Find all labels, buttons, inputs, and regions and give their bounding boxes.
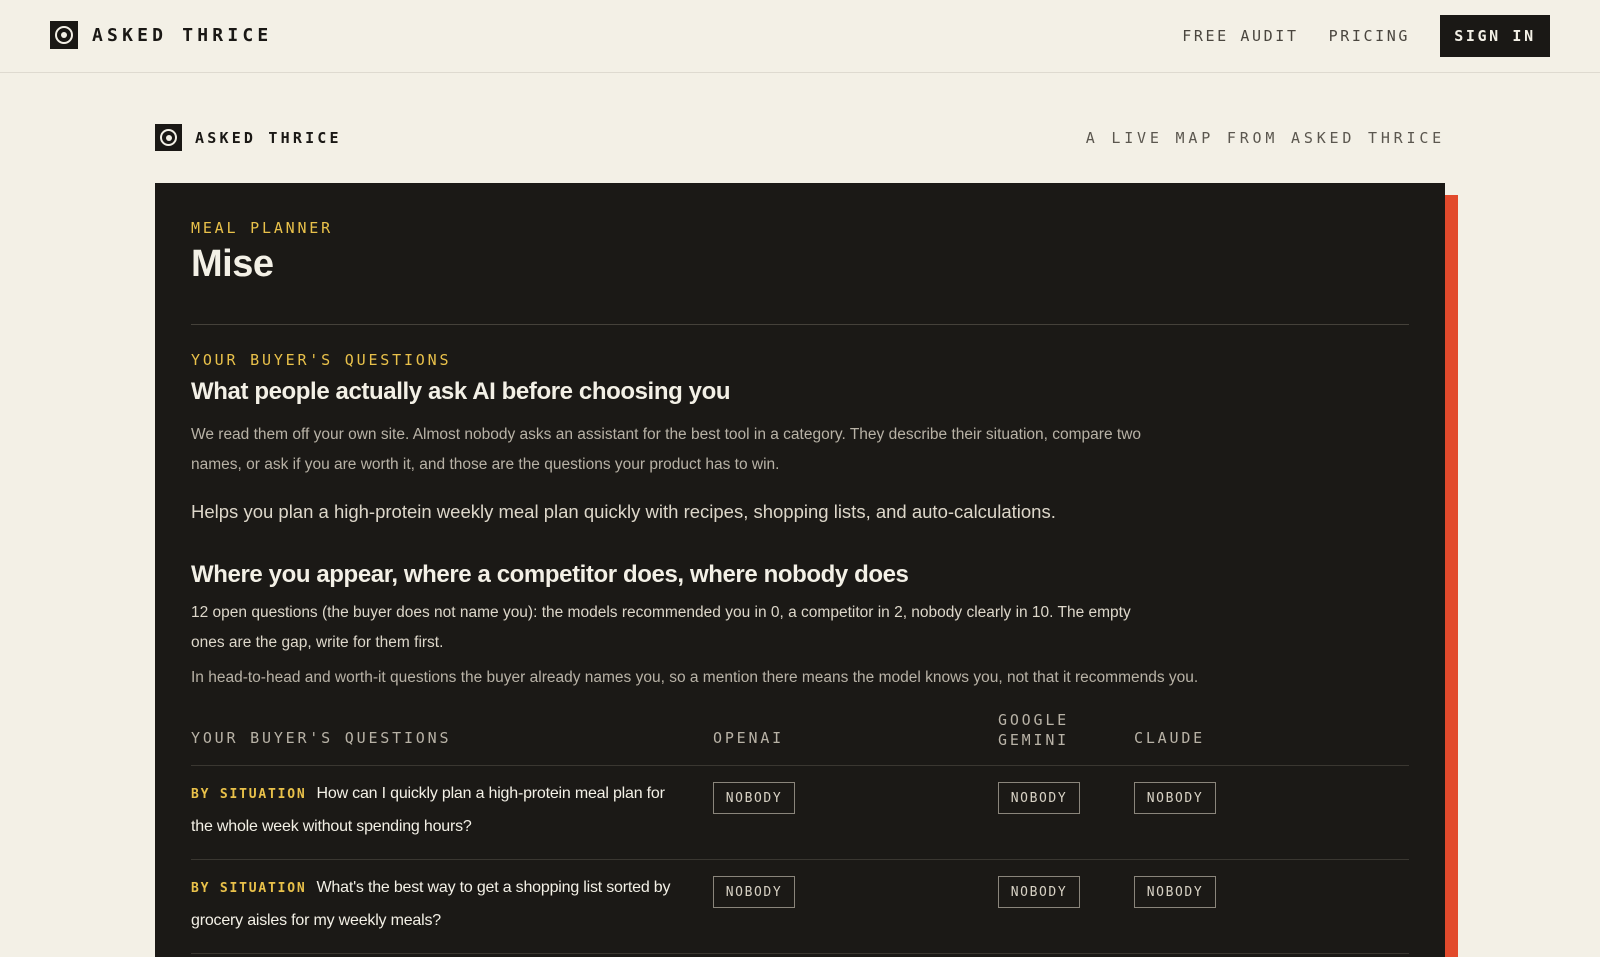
gemini-result-badge: NOBODY — [998, 876, 1080, 908]
column-header-questions: YOUR BUYER'S QUESTIONS — [191, 729, 452, 747]
product-category: MEAL PLANNER — [191, 219, 333, 237]
table-header: YOUR BUYER'S QUESTIONS OPENAI GOOGLE GEM… — [191, 710, 1409, 766]
report-tagline: A LIVE MAP FROM ASKED THRICE — [1085, 129, 1445, 147]
questions-heading: What people actually ask AI before choos… — [191, 378, 731, 405]
divider — [191, 324, 1409, 325]
question-cell: BY SITUATION What's the best way to get a… — [191, 872, 681, 937]
target-logo-icon — [50, 21, 78, 49]
sign-in-button[interactable]: SIGN IN — [1440, 15, 1550, 57]
claude-result-badge: NOBODY — [1134, 782, 1216, 814]
table-row: BY SITUATION How can I quickly plan a hig… — [191, 766, 1409, 860]
accent-bar — [1445, 195, 1458, 957]
openai-result-badge: NOBODY — [713, 782, 795, 814]
claude-result-badge: NOBODY — [1134, 876, 1216, 908]
question-cell: BY SITUATION How can I quickly plan a hig… — [191, 778, 681, 843]
report-brand-name: ASKED THRICE — [195, 128, 342, 147]
questions-kicker: YOUR BUYER'S QUESTIONS — [191, 351, 452, 369]
appearance-heading: Where you appear, where a competitor doe… — [191, 561, 909, 588]
questions-intro: We read them off your own site. Almost n… — [191, 426, 1142, 473]
brand-home-link[interactable]: ASKED THRICE — [50, 21, 272, 49]
product-name: Mise — [191, 243, 274, 285]
nav-links: FREE AUDIT PRICING SIGN IN — [1182, 15, 1550, 57]
top-navigation: ASKED THRICE FREE AUDIT PRICING SIGN IN — [0, 0, 1600, 73]
target-logo-icon — [155, 124, 182, 151]
report-panel: MEAL PLANNER Mise YOUR BUYER'S QUESTIONS… — [155, 183, 1445, 957]
table-row: BY SITUATION What's the best way to get a… — [191, 860, 1409, 954]
appearance-note: In head-to-head and worth-it questions t… — [191, 669, 1199, 686]
column-header-claude: CLAUDE — [1134, 729, 1205, 747]
question-type-tag: BY SITUATION — [191, 881, 307, 896]
openai-result-badge: NOBODY — [713, 876, 795, 908]
nav-link-free-audit[interactable]: FREE AUDIT — [1182, 27, 1298, 45]
appearance-summary: 12 open questions (the buyer does not na… — [191, 604, 1131, 651]
question-type-tag: BY SITUATION — [191, 787, 307, 802]
column-header-gemini: GOOGLE GEMINI — [998, 711, 1069, 749]
report-brand: ASKED THRICE — [155, 124, 342, 151]
report-subheader: ASKED THRICE A LIVE MAP FROM ASKED THRIC… — [155, 124, 1445, 152]
nav-link-pricing[interactable]: PRICING — [1329, 27, 1410, 45]
brand-name: ASKED THRICE — [92, 24, 273, 46]
product-description: Helps you plan a high-protein weekly mea… — [191, 501, 1056, 522]
column-header-openai: OPENAI — [713, 729, 784, 747]
gemini-result-badge: NOBODY — [998, 782, 1080, 814]
